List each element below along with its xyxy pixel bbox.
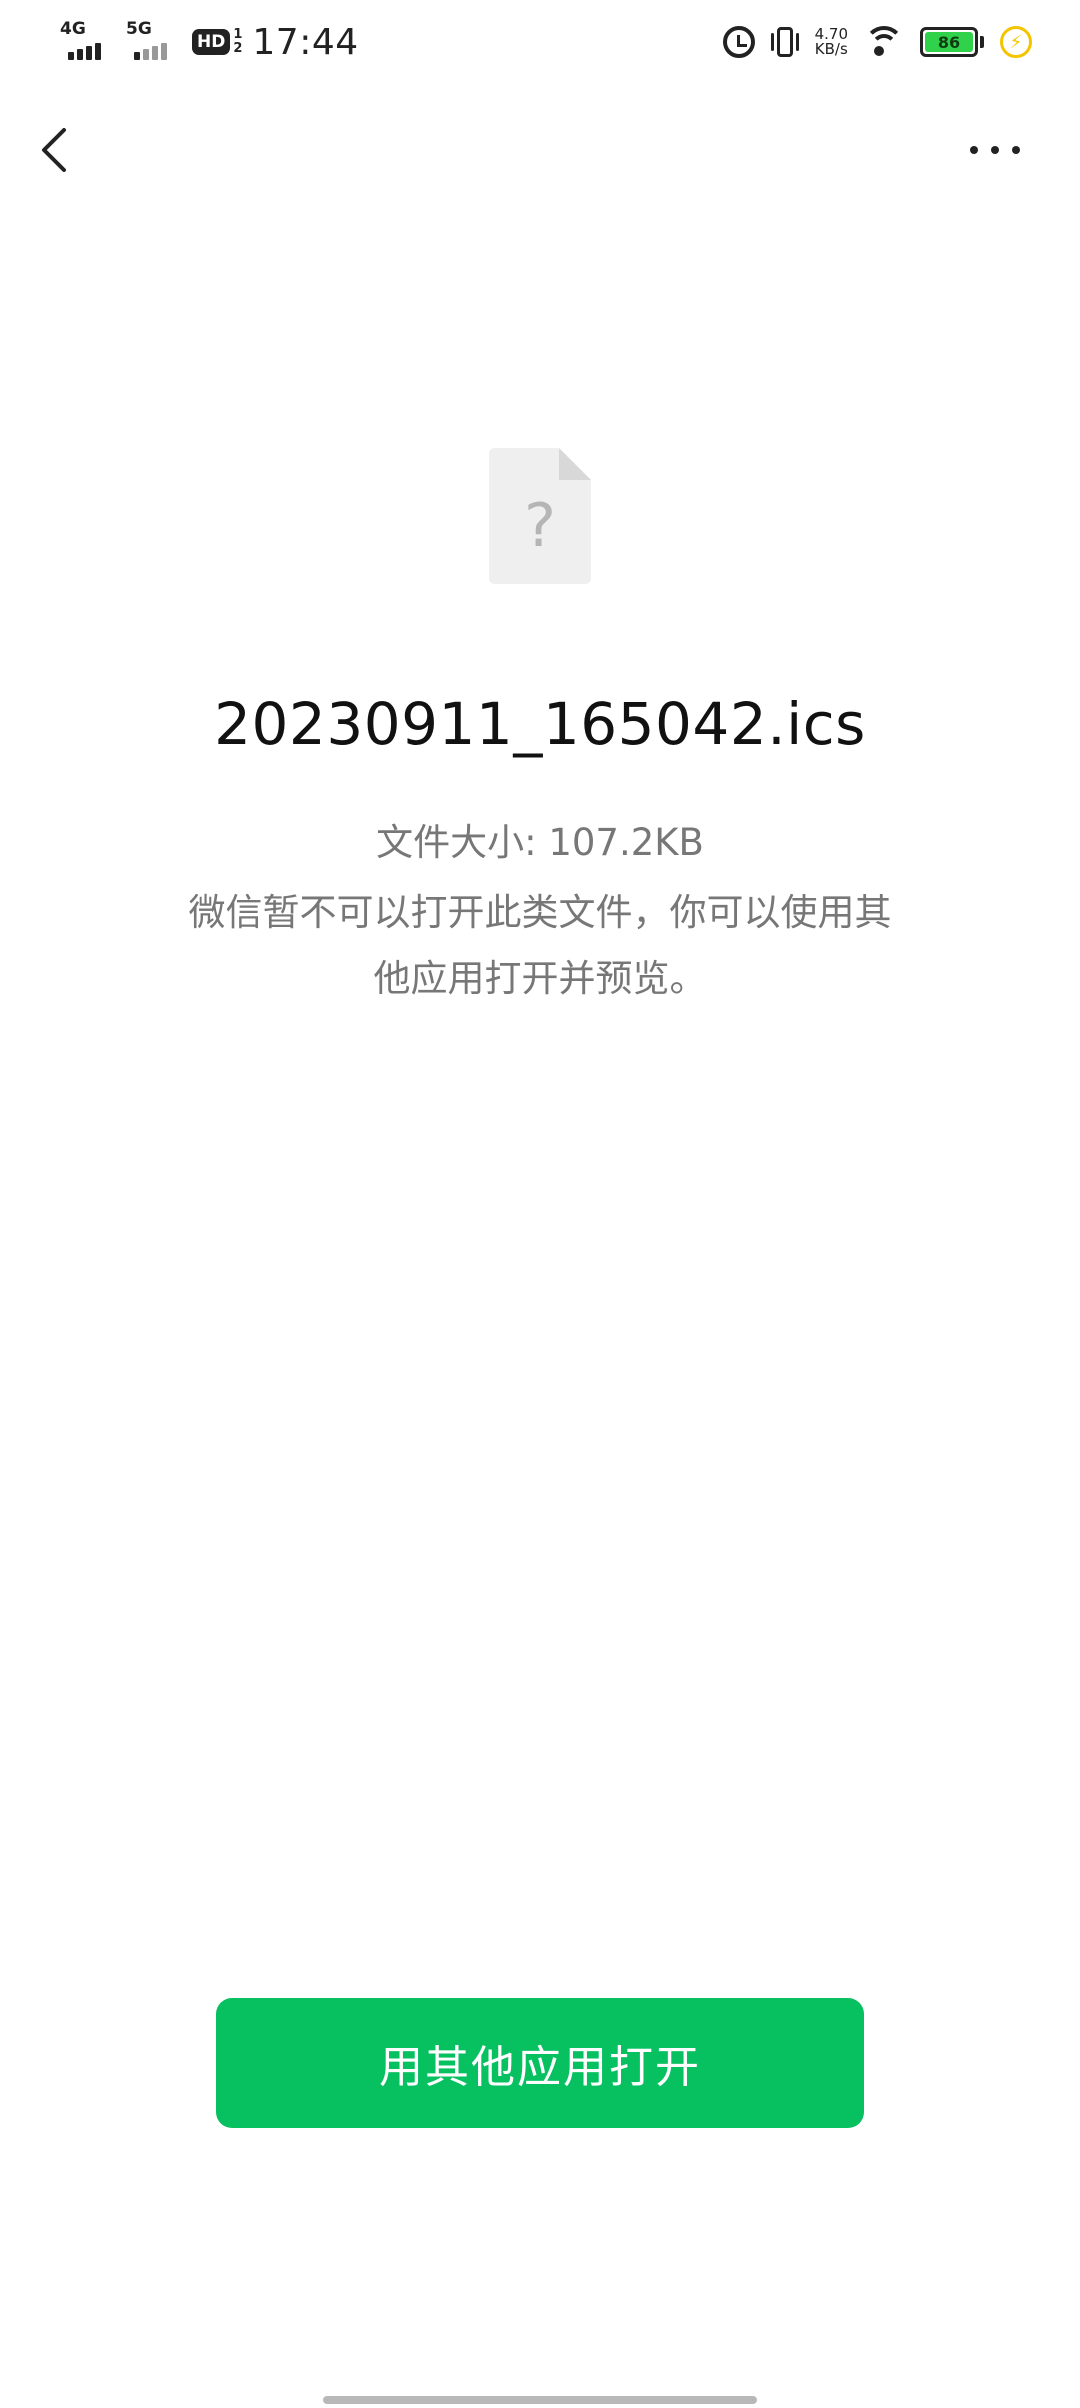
clock: 17:44 — [252, 21, 359, 63]
alarm-icon — [722, 26, 755, 58]
hd-sub-bottom: 2 — [233, 41, 243, 56]
chevron-left-icon — [42, 128, 66, 172]
back-button[interactable] — [30, 120, 90, 180]
unsupported-file-message: 微信暂不可以打开此类文件，你可以使用其 他应用打开并预览。 — [170, 880, 910, 1012]
home-indicator[interactable] — [323, 2396, 757, 2404]
status-bar-left: 4G 5G HD 1 2 17:44 — [60, 20, 359, 64]
network-speed: 4.70 KB/s — [815, 27, 848, 57]
hd-label: HD — [192, 29, 231, 55]
more-dots-icon — [970, 146, 978, 154]
battery-icon: 86 — [920, 27, 984, 57]
file-size: 文件大小: 107.2KB — [376, 821, 704, 864]
charging-icon: ⚡ — [1000, 26, 1032, 58]
wifi-icon — [864, 26, 904, 58]
sim1-signal-icon: 4G — [60, 20, 112, 64]
hd-voice-icon: HD 1 2 — [192, 28, 242, 56]
network-speed-unit: KB/s — [814, 40, 848, 58]
message-line-1: 微信暂不可以打开此类文件，你可以使用其 — [188, 891, 892, 934]
sim2-signal-icon: 5G — [126, 20, 178, 64]
open-with-other-app-button[interactable]: 用其他应用打开 — [216, 1998, 864, 2128]
status-bar-right: 4.70 KB/s 86 ⚡ — [707, 26, 1032, 58]
sim2-network-type: 5G — [126, 19, 152, 39]
nav-bar — [0, 100, 1080, 200]
status-bar: 4G 5G HD 1 2 17:44 4.70 KB/s 86 ⚡ — [0, 0, 1080, 84]
vibrate-icon — [770, 27, 799, 57]
message-line-2: 他应用打开并预览。 — [373, 957, 707, 1000]
file-name: 20230911_165042.ics — [214, 690, 866, 758]
hd-sub-top: 1 — [233, 27, 243, 42]
battery-level: 86 — [925, 32, 973, 52]
svg-text:?: ? — [524, 491, 556, 561]
unknown-file-icon: ? — [487, 446, 593, 586]
sim1-network-type: 4G — [60, 19, 86, 39]
more-options-button[interactable] — [960, 120, 1030, 180]
file-preview-screen: 4G 5G HD 1 2 17:44 4.70 KB/s 86 ⚡ ? 2023… — [0, 0, 1080, 2408]
